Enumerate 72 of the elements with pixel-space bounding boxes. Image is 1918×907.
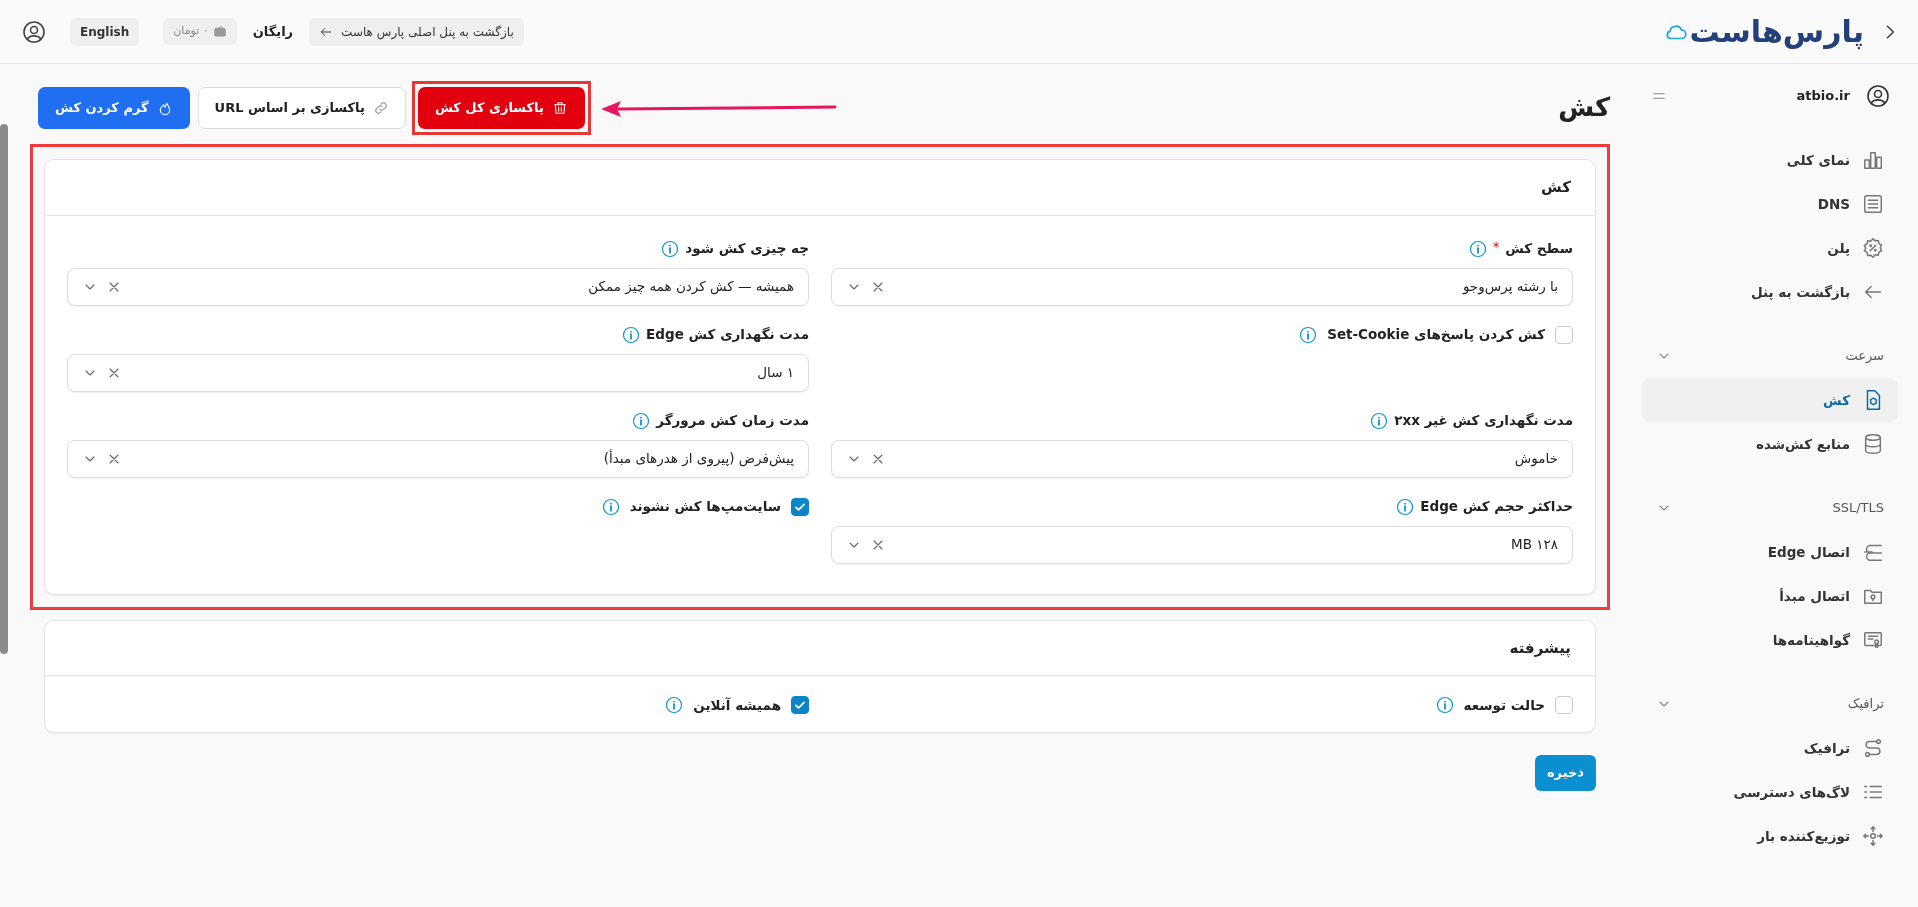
field-label: سطح کش: [1505, 239, 1573, 259]
certificate-icon: [1862, 629, 1884, 651]
info-icon: [665, 696, 684, 714]
trash-icon: [551, 100, 568, 116]
section-heading: ترافیک: [1847, 695, 1884, 714]
card-title: پیشرفته: [45, 620, 1595, 676]
info-icon: [1370, 411, 1389, 430]
user-icon[interactable]: [1866, 84, 1890, 108]
field-label: مدت زمان کش مرورگر: [656, 411, 809, 431]
sidebar-item[interactable]: اتصال Edge: [1642, 530, 1898, 574]
chart-icon: [1862, 149, 1884, 171]
field-label: مدت نگهداری کش Edge: [646, 325, 809, 345]
field-label: چه چیزی کش شود: [685, 239, 809, 259]
checkbox-label: همیشه آنلاین: [693, 695, 781, 715]
back-link-button[interactable]: بازگشت به پنل اصلی پارس هاست: [309, 17, 524, 46]
select-field[interactable]: ۱ سال: [67, 353, 809, 392]
info-icon: [632, 411, 651, 430]
account-name: atbio.ir: [1795, 87, 1850, 106]
sidebar-item[interactable]: گواهینامه‌ها: [1642, 618, 1898, 662]
save-button[interactable]: ذخیره: [1534, 755, 1596, 791]
scrollbar[interactable]: [0, 124, 8, 654]
action-button[interactable]: پاکسازی بر اساس URL: [197, 87, 406, 129]
checkbox-label: حالت توسعه: [1463, 695, 1545, 715]
field-label: حداکثر حجم کش Edge: [1420, 497, 1573, 517]
select-field[interactable]: همیشه — کش کردن همه چیز ممکن: [67, 267, 809, 306]
checkbox[interactable]: [1555, 325, 1573, 344]
user-icon[interactable]: [22, 19, 46, 44]
select-field[interactable]: پیش‌فرض (پیروی از هدرهای مبدأ): [67, 439, 809, 478]
action-button[interactable]: گرم کردن کش: [38, 87, 190, 129]
percent-badge-icon: [1862, 237, 1884, 259]
checkbox[interactable]: [791, 497, 809, 516]
sidebar-item[interactable]: منابع کش‌شده: [1642, 422, 1898, 466]
section-heading: سرعت: [1845, 347, 1884, 366]
info-icon: [1435, 696, 1454, 714]
field-label: مدت نگهداری کش غیر ۲xx: [1394, 411, 1573, 431]
section-heading: SSL/TLS: [1832, 499, 1884, 518]
list-icon: [1862, 193, 1884, 215]
sidebar-item[interactable]: ترافیک: [1642, 726, 1898, 770]
sidebar-item[interactable]: توزیع‌کننده بار: [1642, 814, 1898, 858]
sidebar-item[interactable]: لاگ‌های دسترسی: [1642, 770, 1898, 814]
info-icon: [601, 497, 620, 516]
logo[interactable]: پارس‌هاست: [1689, 9, 1864, 54]
info-icon: [1468, 239, 1487, 258]
info-icon: [622, 325, 641, 344]
sidebar-item[interactable]: DNS: [1642, 182, 1898, 226]
info-icon: [1396, 497, 1415, 516]
checkbox-label: سایت‌مپ‌ها کش نشوند: [629, 497, 781, 517]
link-icon: [372, 100, 389, 116]
info-icon: [661, 239, 680, 258]
select-field[interactable]: با رشته پرس‌وجو: [831, 267, 1573, 306]
action-button[interactable]: پاکسازی کل کش: [417, 87, 585, 129]
language-button[interactable]: English: [70, 17, 140, 46]
sidebar-item[interactable]: کش: [1642, 378, 1898, 422]
info-icon: [1299, 325, 1318, 344]
load-balancer-icon: [1862, 825, 1884, 847]
balance-badge: ۰ تومان: [163, 18, 237, 45]
sidebar-item[interactable]: پلن: [1642, 226, 1898, 270]
route-icon: [1862, 737, 1884, 759]
plan-label: رایگان: [252, 22, 294, 41]
checkbox[interactable]: [791, 696, 809, 714]
database-icon: [1862, 433, 1884, 455]
sidebar-item[interactable]: اتصال مبدأ: [1642, 574, 1898, 618]
checkbox[interactable]: [1555, 696, 1573, 714]
required-mark: *: [1492, 238, 1500, 256]
wallet-icon: [212, 24, 227, 39]
select-field[interactable]: ۱۲۸ MB: [831, 525, 1573, 564]
sidebar-item[interactable]: نمای کلی: [1642, 138, 1898, 182]
page-title: کش: [1558, 92, 1610, 124]
sidebar-item[interactable]: بازگشت به پنل: [1642, 270, 1898, 314]
select-field[interactable]: خاموش: [831, 439, 1573, 478]
card-title: کش: [45, 160, 1595, 216]
checkbox-label: کش کردن پاسخ‌های Set-Cookie: [1327, 325, 1545, 345]
